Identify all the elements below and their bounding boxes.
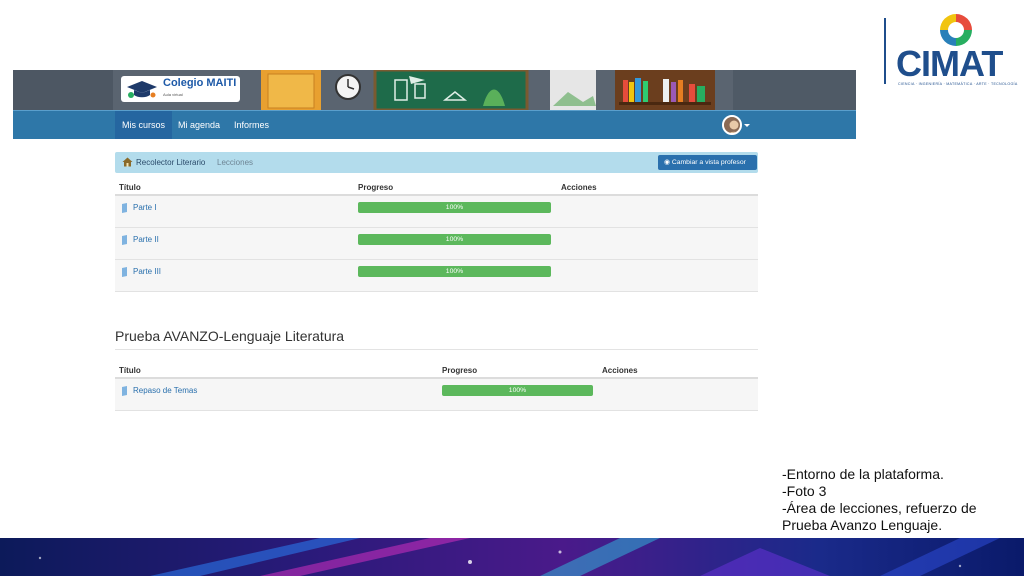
eye-icon: ◉ bbox=[664, 159, 670, 166]
lesson-title-link[interactable]: Repaso de Temas bbox=[133, 386, 197, 395]
breadcrumb: Recolector Literario Lecciones ◉ Cambiar… bbox=[115, 152, 758, 173]
user-avatar[interactable] bbox=[722, 115, 742, 135]
user-menu-chevron-down-icon[interactable] bbox=[744, 124, 750, 127]
lesson-icon bbox=[122, 267, 127, 277]
table-row: Parte II 100% bbox=[115, 228, 758, 260]
school-logo[interactable]: Colegio MAITI Aula virtual bbox=[121, 76, 240, 102]
lesson-icon bbox=[122, 235, 127, 245]
column-header-progress: Progreso bbox=[358, 183, 394, 192]
section-divider bbox=[115, 349, 758, 350]
table-header: Título Progreso Acciones bbox=[115, 180, 758, 196]
home-icon[interactable] bbox=[122, 157, 133, 167]
switch-to-teacher-view-button[interactable]: ◉ Cambiar a vista profesor bbox=[658, 155, 757, 170]
avatar-photo-icon bbox=[724, 117, 740, 133]
lesson-title-link[interactable]: Parte I bbox=[133, 203, 157, 212]
footer-graphic bbox=[0, 538, 1024, 576]
table-row: Parte I 100% bbox=[115, 196, 758, 228]
note-line: -Foto 3 bbox=[782, 483, 827, 499]
school-name: Colegio MAITI bbox=[163, 77, 237, 89]
cimat-wordmark: CIMAT bbox=[896, 43, 1003, 84]
column-header-actions: Acciones bbox=[602, 366, 638, 375]
logo-divider bbox=[884, 18, 886, 84]
column-header-actions: Acciones bbox=[561, 183, 597, 192]
test-lessons-table: Título Progreso Acciones Repaso de Temas… bbox=[115, 363, 758, 411]
decorative-footer-band bbox=[0, 538, 1024, 576]
lessons-table: Título Progreso Acciones Parte I 100% Pa… bbox=[115, 180, 758, 292]
note-line: -Entorno de la plataforma. bbox=[782, 466, 944, 482]
section-title: Prueba AVANZO-Lenguaje Literatura bbox=[115, 328, 345, 344]
breadcrumb-current: Lecciones bbox=[217, 158, 254, 167]
progress-bar: 100% bbox=[442, 385, 593, 396]
slide-notes: -Entorno de la plataforma. -Foto 3 -Área… bbox=[782, 466, 977, 534]
switch-view-label: Cambiar a vista profesor bbox=[671, 159, 746, 166]
lesson-icon bbox=[122, 386, 127, 396]
note-line: Prueba Avanzo Lenguaje. bbox=[782, 517, 943, 533]
column-header-title: Título bbox=[119, 183, 141, 192]
cimat-tagline: CIENCIA · INGENIERÍA · MATEMÁTICA · ARTE… bbox=[898, 82, 1018, 86]
school-subtitle: Aula virtual bbox=[163, 92, 183, 97]
note-line: -Área de lecciones, refuerzo de bbox=[782, 500, 977, 516]
progress-bar: 100% bbox=[358, 266, 551, 277]
nav-item-informes[interactable]: Informes bbox=[227, 111, 276, 139]
nav-item-mi-agenda[interactable]: Mi agenda bbox=[171, 111, 227, 139]
column-header-progress: Progreso bbox=[442, 366, 478, 375]
lesson-icon bbox=[122, 203, 127, 213]
progress-bar: 100% bbox=[358, 234, 551, 245]
lesson-title-link[interactable]: Parte III bbox=[133, 267, 161, 276]
progress-bar: 100% bbox=[358, 202, 551, 213]
table-header: Título Progreso Acciones bbox=[115, 363, 758, 379]
app-screenshot: Colegio MAITI Aula virtual Mis cursos Mi … bbox=[13, 70, 856, 430]
lesson-title-link[interactable]: Parte II bbox=[133, 235, 159, 244]
table-row: Parte III 100% bbox=[115, 260, 758, 292]
column-header-title: Título bbox=[119, 366, 141, 375]
graduation-cap-icon bbox=[127, 81, 157, 98]
top-navbar: Mis cursos Mi agenda Informes bbox=[13, 110, 856, 139]
header-banner: Colegio MAITI Aula virtual bbox=[13, 70, 856, 110]
cimat-logo: CIMAT CIENCIA · INGENIERÍA · MATEMÁTICA … bbox=[884, 12, 1017, 92]
table-row: Repaso de Temas 100% bbox=[115, 379, 758, 411]
breadcrumb-course-link[interactable]: Recolector Literario bbox=[136, 157, 205, 168]
nav-item-mis-cursos[interactable]: Mis cursos bbox=[115, 111, 173, 139]
